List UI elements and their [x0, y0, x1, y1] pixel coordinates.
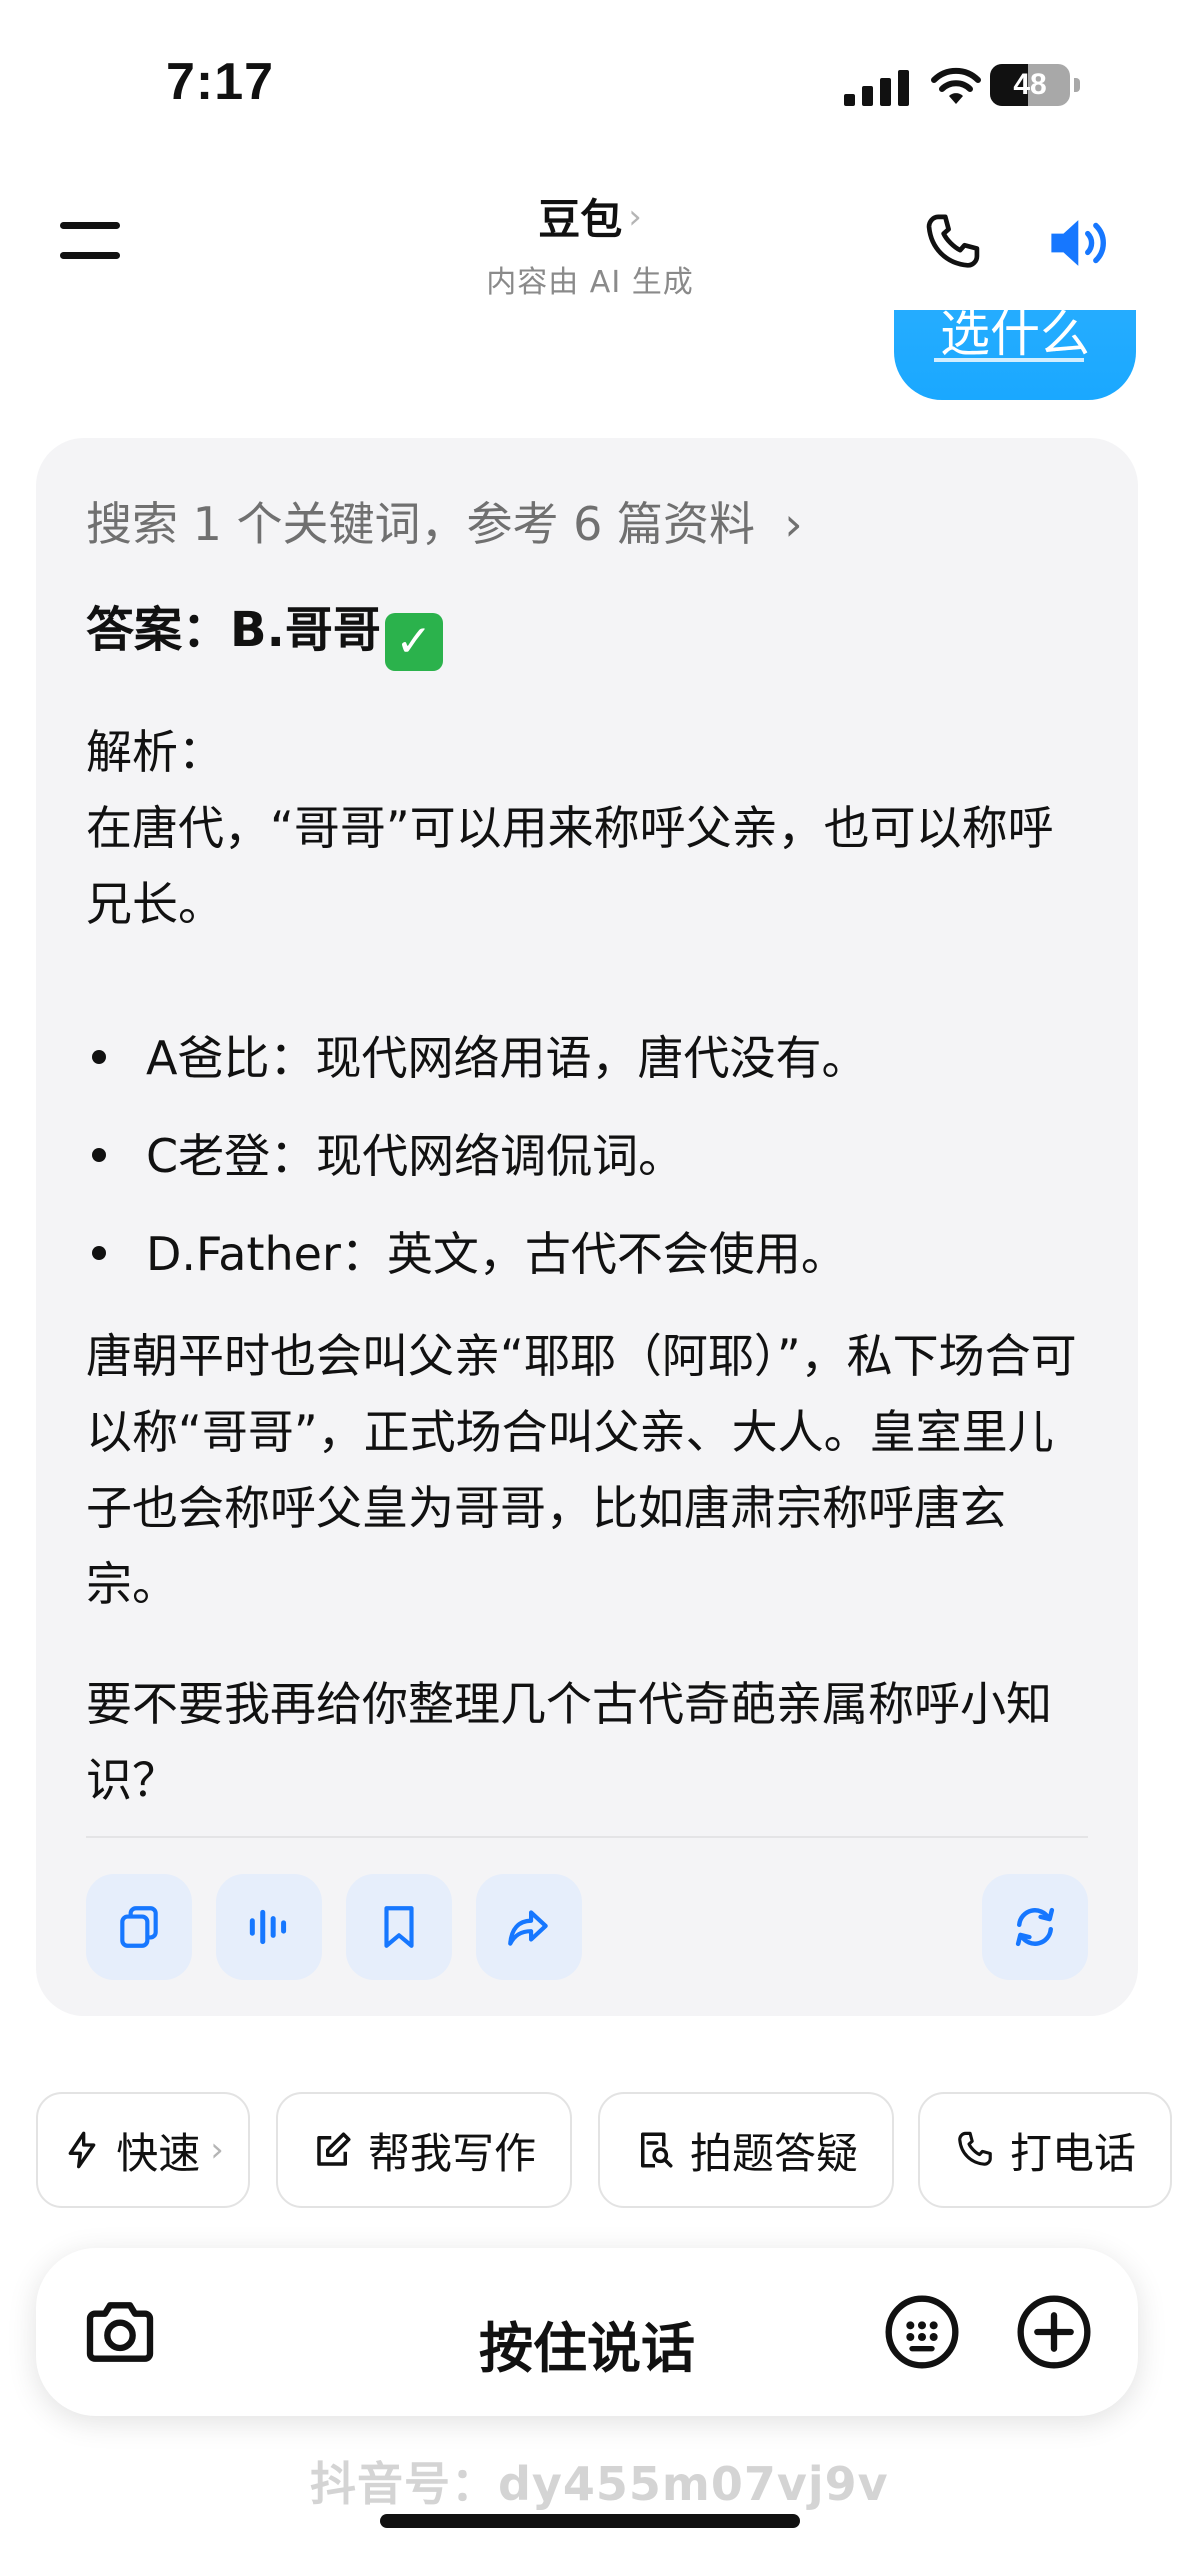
edit-icon	[317, 2132, 351, 2166]
hold-to-talk-button[interactable]: 按住说话	[36, 2304, 1138, 2383]
status-time: 7:17	[166, 53, 275, 111]
refresh-icon	[1015, 1907, 1055, 1947]
chip-label: 快速	[116, 2128, 201, 2178]
bullet-text: D.Father：英文，古代不会使用。	[146, 1227, 847, 1281]
chip-label: 拍题答疑	[689, 2128, 858, 2178]
battery-tip	[1074, 78, 1080, 92]
answer-label: 答案：B.哥哥	[86, 602, 381, 658]
top-area: 7:17 48 豆包 › 内容由 AI 生成	[0, 0, 1180, 310]
chip-help-write[interactable]: 帮我写作	[276, 2092, 572, 2208]
list-item: C老登：现代网络调侃词。	[86, 1118, 1096, 1216]
voice-input-bar: 按住说话	[36, 2248, 1138, 2416]
watermark: 抖音号：dy455m07vj9v	[310, 2457, 889, 2511]
analysis-text: 在唐代，“哥哥”可以用来称呼父亲，也可以称呼兄长。	[86, 801, 1054, 931]
chat-title: 豆包	[538, 195, 623, 244]
photo-question-icon	[640, 2132, 673, 2168]
battery-level: 48	[1013, 68, 1047, 101]
read-aloud-button[interactable]	[216, 1874, 322, 1980]
sound-wave-icon	[249, 1909, 287, 1945]
check-mark-icon: ✓	[384, 613, 443, 671]
bullet-dot	[92, 1148, 106, 1162]
chevron-right-icon: ›	[628, 196, 642, 237]
share-arrow-icon	[508, 1910, 548, 1946]
copy-button[interactable]	[86, 1874, 192, 1980]
divider	[86, 1836, 1088, 1838]
chat-title-area: 豆包 › 内容由 AI 生成	[0, 186, 1180, 301]
keyboard-icon[interactable]	[882, 2292, 962, 2372]
search-reference-link[interactable]: 搜索 1 个关键词，参考 6 篇资料 ›	[86, 488, 803, 554]
cellular-signal-icon	[844, 70, 909, 106]
bullet-dot	[92, 1050, 106, 1064]
chip-photo-question[interactable]: 拍题答疑	[598, 2092, 894, 2208]
ai-disclaimer: 内容由 AI 生成	[486, 265, 694, 300]
share-button[interactable]	[476, 1874, 582, 1980]
chevron-right-icon: ›	[210, 2130, 224, 2170]
analysis-title: 解析：	[86, 725, 224, 779]
answer-line: 答案：B.哥哥 ✓	[86, 590, 443, 671]
copy-icon	[120, 1906, 158, 1948]
chip-label: 打电话	[1009, 2128, 1136, 2178]
home-indicator[interactable]	[380, 2514, 800, 2528]
search-reference-text: 搜索 1 个关键词，参考 6 篇资料	[86, 497, 756, 551]
regenerate-button[interactable]	[982, 1874, 1088, 1980]
bullet-text: C老登：现代网络调侃词。	[146, 1129, 685, 1183]
option-list: A爸比：现代网络用语，唐代没有。 C老登：现代网络调侃词。 D.Father：英…	[86, 1020, 1096, 1314]
list-item: D.Father：英文，古代不会使用。	[86, 1216, 1096, 1314]
list-item: A爸比：现代网络用语，唐代没有。	[86, 1020, 1096, 1118]
bookmark-icon	[384, 1906, 414, 1948]
text-underline	[934, 358, 1084, 362]
user-message-text: 选什么	[940, 305, 1090, 363]
phone-call-icon[interactable]	[920, 210, 986, 276]
wifi-icon	[931, 67, 981, 104]
ai-answer-card: 搜索 1 个关键词，参考 6 篇资料 › 答案：B.哥哥 ✓ 解析： 在唐代，“哥…	[36, 438, 1138, 2016]
speaker-icon[interactable]	[1046, 210, 1116, 276]
followup-question: 要不要我再给你整理几个古代奇葩亲属称呼小知识？	[86, 1677, 1052, 1807]
plus-icon[interactable]	[1014, 2292, 1094, 2372]
lightning-icon	[68, 2131, 96, 2169]
battery-icon: 48	[990, 64, 1070, 106]
chip-label: 帮我写作	[367, 2128, 536, 2178]
chip-phone-call[interactable]: 打电话	[918, 2092, 1172, 2208]
analysis-block: 解析： 在唐代，“哥哥”可以用来称呼父亲，也可以称呼兄长。	[86, 714, 1096, 942]
chip-fast-mode[interactable]: 快速 ›	[36, 2092, 250, 2208]
bullet-text: A爸比：现代网络用语，唐代没有。	[146, 1031, 868, 1085]
phone-icon	[958, 2131, 992, 2166]
bullet-dot	[92, 1246, 106, 1260]
chat-title-button[interactable]: 豆包 ›	[538, 186, 642, 247]
bookmark-button[interactable]	[346, 1874, 452, 1980]
chevron-right-icon: ›	[769, 497, 803, 551]
explanation-paragraph: 唐朝平时也会叫父亲“耶耶（阿耶）”，私下场合可以称“哥哥”，正式场合叫父亲、大人…	[86, 1329, 1077, 1611]
